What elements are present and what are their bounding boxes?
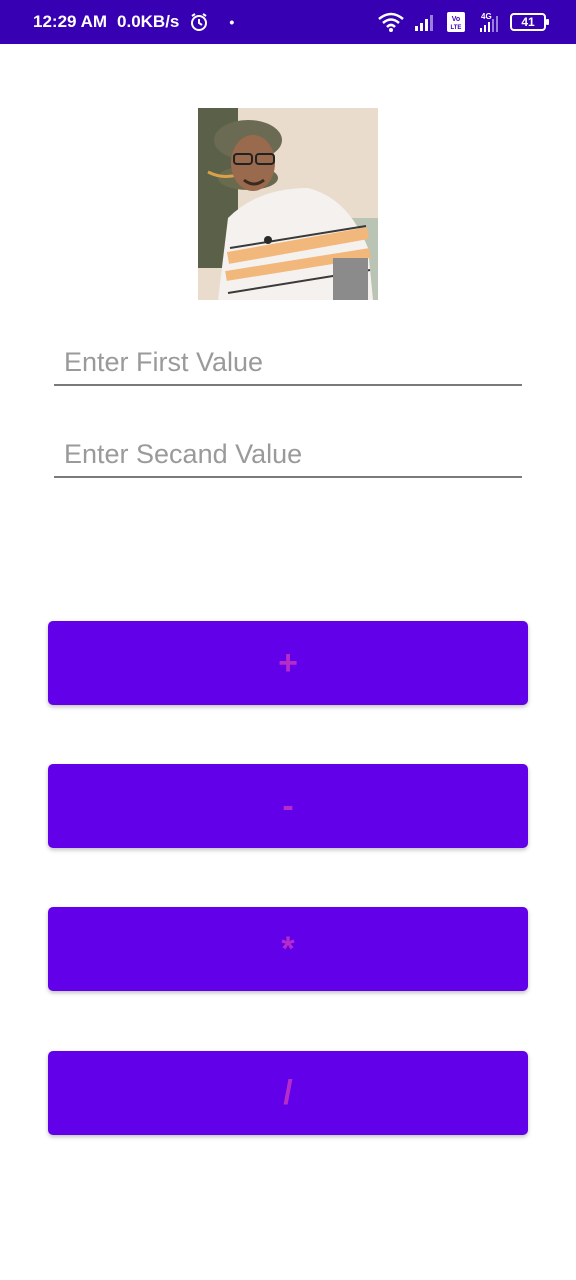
subtract-button[interactable]: - bbox=[48, 764, 528, 848]
second-value-input[interactable] bbox=[54, 418, 522, 476]
status-right: Vo LTE 4G 41 bbox=[378, 11, 549, 33]
notification-dot-icon: • bbox=[229, 14, 235, 30]
svg-text:Vo: Vo bbox=[452, 16, 460, 23]
volte-icon: Vo LTE bbox=[447, 12, 465, 32]
add-button[interactable]: + bbox=[48, 621, 528, 705]
signal-4g-icon: 4G bbox=[480, 12, 498, 32]
first-value-input[interactable] bbox=[54, 326, 522, 384]
second-value-field[interactable] bbox=[54, 418, 522, 478]
status-bar: 12:29 AM 0.0KB/s • Vo LTE 4G 41 bbox=[0, 0, 576, 44]
battery-level: 41 bbox=[521, 15, 535, 29]
battery-icon: 41 bbox=[510, 13, 549, 31]
network-speed: 0.0KB/s bbox=[117, 12, 180, 31]
wifi-icon bbox=[378, 12, 404, 32]
profile-photo bbox=[198, 108, 378, 300]
first-value-field[interactable] bbox=[54, 326, 522, 386]
status-left: 12:29 AM 0.0KB/s • bbox=[33, 12, 234, 32]
alarm-icon bbox=[191, 13, 208, 31]
status-time: 12:29 AM bbox=[33, 12, 108, 31]
svg-text:LTE: LTE bbox=[451, 25, 462, 31]
divide-button[interactable]: / bbox=[48, 1051, 528, 1135]
signal-icon bbox=[415, 15, 433, 31]
network-type-label: 4G bbox=[481, 12, 492, 21]
person-photo-image bbox=[198, 108, 378, 300]
multiply-button[interactable]: * bbox=[48, 907, 528, 991]
